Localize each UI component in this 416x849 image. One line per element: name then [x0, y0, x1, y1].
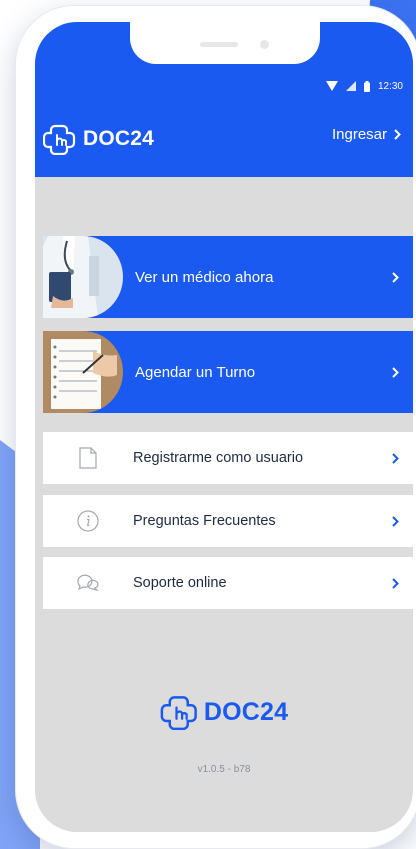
online-support-label: Soporte online: [133, 575, 227, 591]
chevron-right-icon: [392, 271, 399, 283]
see-doctor-button[interactable]: Ver un médico ahora: [43, 236, 413, 318]
chevron-right-icon: [392, 515, 399, 527]
phone-frame: 12:30 DOC24 Ingresar Ver un médico ahora…: [16, 6, 416, 848]
chevron-right-icon: [392, 366, 399, 378]
login-label: Ingresar: [331, 126, 387, 143]
signal-icon: [345, 81, 356, 91]
faq-label: Preguntas Frecuentes: [133, 513, 276, 529]
doc24-logo-icon: [160, 696, 197, 730]
status-bar: 12:30: [325, 79, 403, 93]
chevron-right-icon: [392, 577, 399, 589]
info-icon: [77, 510, 99, 532]
header-brand: DOC24: [83, 127, 155, 150]
phone-notch: [130, 22, 320, 64]
chevron-right-icon: [394, 129, 401, 140]
speaker: [200, 42, 238, 47]
document-icon: [79, 447, 97, 469]
register-user-item[interactable]: Registrarme como usuario: [43, 432, 413, 484]
chevron-right-icon: [392, 452, 399, 464]
footer-brand: DOC24: [203, 697, 289, 726]
camera: [260, 40, 269, 49]
see-doctor-label: Ver un médico ahora: [135, 268, 274, 286]
notebook-photo: [43, 331, 123, 413]
wifi-icon: [325, 81, 338, 91]
online-support-item[interactable]: Soporte online: [43, 557, 413, 609]
footer-logo: DOC24: [35, 694, 413, 730]
version-label: v1.0.5 - b78: [197, 764, 251, 775]
schedule-appointment-button[interactable]: Agendar un Turno: [43, 331, 413, 413]
app-screen: 12:30 DOC24 Ingresar Ver un médico ahora…: [35, 22, 413, 832]
register-user-label: Registrarme como usuario: [133, 450, 304, 466]
faq-item[interactable]: Preguntas Frecuentes: [43, 495, 413, 547]
doc24-logo-icon: [43, 124, 76, 155]
chat-bubbles-icon: [77, 574, 99, 592]
header-logo: DOC24: [43, 123, 154, 155]
login-button[interactable]: Ingresar: [332, 126, 401, 143]
doctor-photo: [43, 236, 123, 318]
status-time: 12:30: [377, 80, 403, 92]
battery-icon: [363, 80, 370, 92]
schedule-appointment-label: Agendar un Turno: [135, 363, 256, 381]
